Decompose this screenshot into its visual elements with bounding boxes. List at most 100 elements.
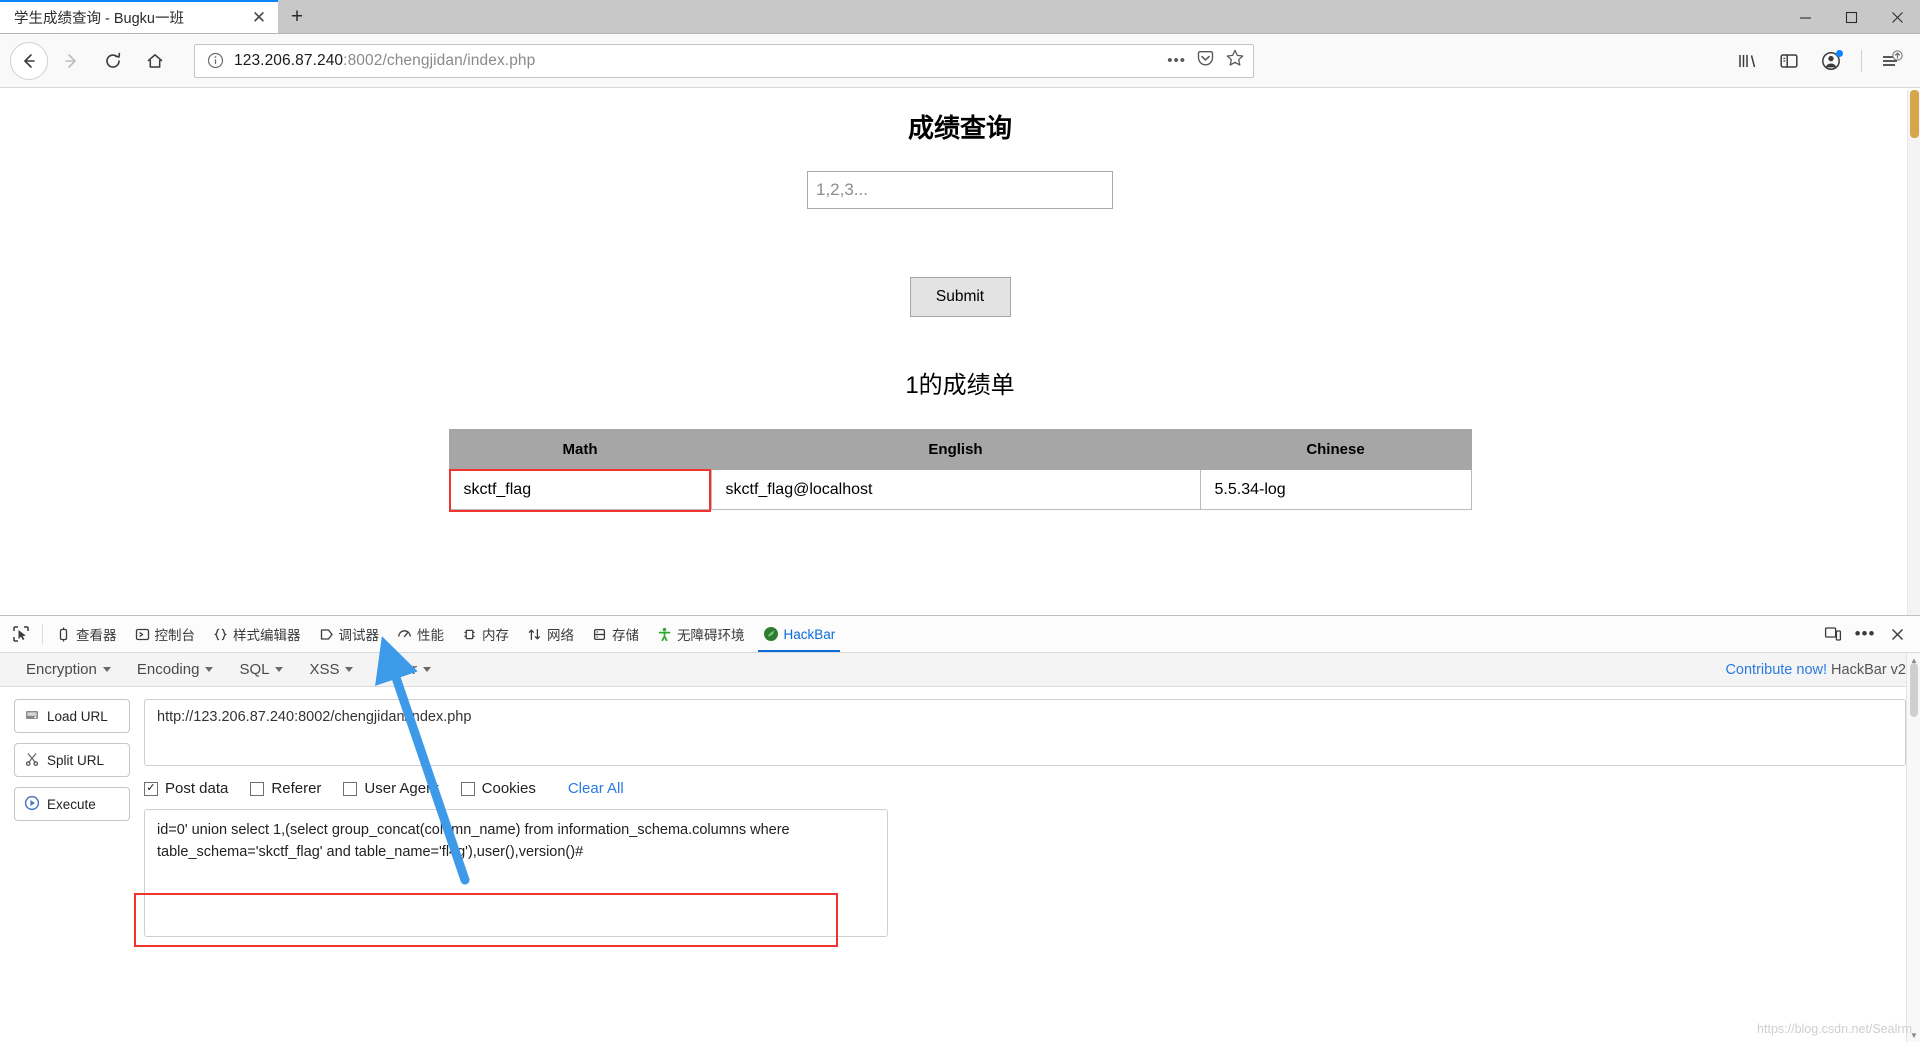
back-button[interactable] bbox=[10, 41, 48, 80]
hackbar-button-label: Execute bbox=[47, 796, 96, 812]
chevron-down-icon bbox=[422, 667, 431, 672]
close-window-button[interactable] bbox=[1874, 0, 1920, 34]
pocket-icon[interactable] bbox=[1196, 49, 1215, 73]
page-actions-icon[interactable]: ••• bbox=[1167, 52, 1186, 69]
hackbar-menu-encoding[interactable]: Encoding bbox=[125, 661, 226, 678]
hackbar-post-data-input[interactable] bbox=[144, 809, 888, 937]
devtools-tab-memory[interactable]: 内存 bbox=[453, 616, 518, 652]
checkbox-referer[interactable] bbox=[250, 781, 265, 796]
devtools-tab-label: 样式编辑器 bbox=[233, 628, 301, 643]
split-url-button[interactable]: Split URL bbox=[14, 743, 130, 777]
devtools-tab-hackbar[interactable]: HackBar bbox=[754, 616, 845, 652]
devtools-tab-console[interactable]: 控制台 bbox=[126, 616, 205, 652]
element-picker-icon[interactable] bbox=[4, 616, 38, 652]
new-tab-button[interactable]: + bbox=[278, 0, 316, 33]
star-icon[interactable] bbox=[1225, 48, 1245, 73]
page-scroll-thumb[interactable] bbox=[1910, 90, 1919, 138]
address-bar[interactable]: 123.206.87.240:8002/chengjidan/index.php… bbox=[194, 43, 1254, 78]
minimize-button[interactable] bbox=[1782, 0, 1828, 34]
console-icon bbox=[135, 627, 150, 642]
checkbox-cookies[interactable] bbox=[460, 781, 475, 796]
navigation-toolbar: 123.206.87.240:8002/chengjidan/index.php… bbox=[0, 34, 1920, 88]
url-text[interactable]: 123.206.87.240:8002/chengjidan/index.php bbox=[234, 52, 1167, 70]
result-title: 1的成绩单 bbox=[905, 372, 1015, 399]
hackbar-button-label: Split URL bbox=[47, 752, 105, 768]
option-referer[interactable]: Referer bbox=[250, 780, 321, 797]
devtools-scroll-thumb[interactable] bbox=[1910, 663, 1918, 717]
hackbar-menu-label: XSS bbox=[309, 661, 340, 678]
page-title: 成绩查询 bbox=[907, 114, 1012, 143]
cell-chinese: 5.5.34-log bbox=[1199, 469, 1472, 510]
library-icon[interactable] bbox=[1729, 43, 1765, 79]
browser-toolbar-actions bbox=[1729, 43, 1910, 79]
style-editor-icon bbox=[213, 627, 228, 642]
devtools-tab-label: HackBar bbox=[783, 626, 836, 642]
accessibility-icon bbox=[657, 627, 672, 642]
hackbar-url-input[interactable] bbox=[144, 699, 1906, 766]
devtools-tab-network[interactable]: 网络 bbox=[518, 616, 583, 652]
hackbar-menu-label: Other bbox=[379, 661, 417, 678]
meatball-menu-icon[interactable]: ••• bbox=[1850, 616, 1880, 652]
tab-title: 学生成绩查询 - Bugku一班 bbox=[14, 11, 184, 27]
contribute-link[interactable]: Contribute now! bbox=[1725, 662, 1827, 678]
hackbar-body: Load URL Split URL Execute http://123.20… bbox=[0, 687, 1920, 1042]
hackbar-version: HackBar v2 bbox=[1827, 661, 1906, 678]
responsive-design-icon[interactable] bbox=[1818, 616, 1848, 652]
hackbar-menu-other[interactable]: Other bbox=[367, 661, 443, 678]
table-header-row: Math English Chinese bbox=[448, 429, 1472, 470]
grades-table-wrap: Math English Chinese skctf_flag skctf_fl… bbox=[0, 429, 1920, 512]
close-devtools-icon[interactable] bbox=[1882, 616, 1912, 652]
load-url-button[interactable]: Load URL bbox=[14, 699, 130, 733]
split-url-icon bbox=[24, 751, 40, 770]
option-post-data[interactable]: ✓ Post data bbox=[144, 780, 228, 797]
devtools-tab-storage[interactable]: 存储 bbox=[583, 616, 648, 652]
devtools-tab-label: 性能 bbox=[417, 628, 444, 643]
hackbar-menu-label: SQL bbox=[239, 661, 270, 678]
watermark-text: https://blog.csdn.net/Sealrm bbox=[1757, 1022, 1912, 1036]
search-input[interactable] bbox=[807, 171, 1113, 209]
hackbar-menu-sql[interactable]: SQL bbox=[227, 661, 295, 678]
hamburger-update-icon[interactable] bbox=[1874, 43, 1910, 79]
toolbar-separator bbox=[1861, 49, 1862, 72]
hackbar-icon bbox=[763, 626, 779, 642]
network-icon bbox=[527, 627, 542, 642]
submit-button[interactable]: Submit bbox=[909, 277, 1011, 317]
hackbar-menu-encryption[interactable]: Encryption bbox=[14, 661, 123, 678]
cell-english: skctf_flag@localhost bbox=[710, 469, 1201, 510]
devtools-toolbar-actions: ••• bbox=[1818, 616, 1920, 652]
checkbox-user-agent[interactable] bbox=[343, 781, 358, 796]
account-icon[interactable] bbox=[1813, 43, 1849, 79]
execute-button[interactable]: Execute bbox=[14, 787, 130, 821]
chevron-down-icon bbox=[275, 667, 284, 672]
close-tab-icon[interactable]: ✕ bbox=[246, 5, 272, 31]
browser-window: 学生成绩查询 - Bugku一班 ✕ + 123.206.87.240:8002… bbox=[0, 0, 1920, 1042]
clear-all-link[interactable]: Clear All bbox=[568, 780, 624, 797]
hackbar-contribute: Contribute now! HackBar v2 bbox=[1725, 662, 1906, 678]
devtools-scrollbar[interactable]: ▲ ▼ bbox=[1906, 653, 1920, 1042]
option-user-agent[interactable]: User Agent bbox=[343, 780, 439, 797]
page-scrollbar[interactable] bbox=[1907, 90, 1920, 615]
maximize-button[interactable] bbox=[1828, 0, 1874, 34]
debugger-icon bbox=[319, 627, 334, 642]
devtools-tab-performance[interactable]: 性能 bbox=[388, 616, 453, 652]
home-button[interactable] bbox=[136, 42, 174, 80]
info-icon[interactable] bbox=[207, 52, 224, 69]
devtools-tab-label: 查看器 bbox=[76, 628, 117, 643]
devtools-tab-debugger[interactable]: 调试器 bbox=[310, 616, 389, 652]
option-label: User Agent bbox=[364, 780, 439, 797]
reload-button[interactable] bbox=[94, 42, 132, 80]
hackbar-menu-label: Encoding bbox=[136, 661, 200, 678]
hackbar-main-column: ✓ Post data Referer User Agent Cookies bbox=[130, 699, 1906, 1042]
page-content: 成绩查询 Submit 1的成绩单 Math English Chinese bbox=[0, 90, 1920, 615]
devtools-tab-style-editor[interactable]: 样式编辑器 bbox=[204, 616, 310, 652]
url-path: :8002/chengjidan/index.php bbox=[343, 51, 536, 69]
devtools-tab-inspector[interactable]: 查看器 bbox=[47, 616, 126, 652]
checkbox-post-data[interactable]: ✓ bbox=[144, 781, 158, 796]
sidebar-icon[interactable] bbox=[1771, 43, 1807, 79]
devtools-tab-accessibility[interactable]: 无障碍环境 bbox=[648, 616, 754, 652]
browser-tab[interactable]: 学生成绩查询 - Bugku一班 ✕ bbox=[0, 0, 278, 33]
hackbar-menu-xss[interactable]: XSS bbox=[297, 661, 365, 678]
chevron-down-icon bbox=[345, 667, 354, 672]
inspector-icon bbox=[56, 627, 71, 642]
option-cookies[interactable]: Cookies bbox=[460, 780, 536, 797]
